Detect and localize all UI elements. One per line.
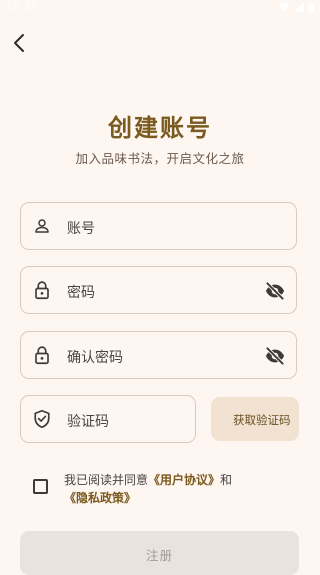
password-placeholder: 密码 [67,285,95,301]
confirm-password-field[interactable]: 确认密码 [20,331,297,379]
privacy-policy-link[interactable]: 《隐私政策》 [64,491,136,505]
agreement-conjunction: 和 [220,473,233,487]
account-field[interactable]: 账号 [20,202,297,250]
signal-icon [294,2,304,12]
lock-icon [32,345,52,365]
page-subtitle: 加入品味书法，开启文化之旅 [75,151,245,166]
register-label: 注册 [145,548,173,563]
wifi-icon [278,2,290,12]
status-icons [278,2,314,12]
agreement-checkbox[interactable] [33,479,48,494]
confirm-password-placeholder: 确认密码 [67,350,123,366]
eye-off-icon[interactable] [264,345,286,367]
back-button[interactable] [6,30,32,56]
page-title: 创建账号 [108,114,212,142]
agreement-text: 我已阅读并同意《用户协议》和 [64,471,232,488]
status-time: 10:33 [6,1,38,12]
register-button[interactable]: 注册 [20,531,299,575]
agreement-text-line-2: 《隐私政策》 [64,489,136,506]
verification-code-field[interactable]: 验证码 [20,395,196,443]
battery-icon [308,2,314,12]
eye-off-icon[interactable] [264,280,286,302]
get-code-label: 获取验证码 [233,413,291,427]
agreement-prefix: 我已阅读并同意 [64,473,149,487]
user-agreement-link[interactable]: 《用户协议》 [148,473,220,487]
lock-icon [32,280,52,300]
password-field[interactable]: 密码 [20,266,297,314]
person-icon [32,216,52,236]
shield-check-icon [32,409,52,429]
status-bar: 10:33 [0,0,320,14]
chevron-left-icon [14,34,24,52]
verification-code-placeholder: 验证码 [67,414,109,430]
account-placeholder: 账号 [67,221,95,237]
get-code-button[interactable]: 获取验证码 [211,397,299,441]
